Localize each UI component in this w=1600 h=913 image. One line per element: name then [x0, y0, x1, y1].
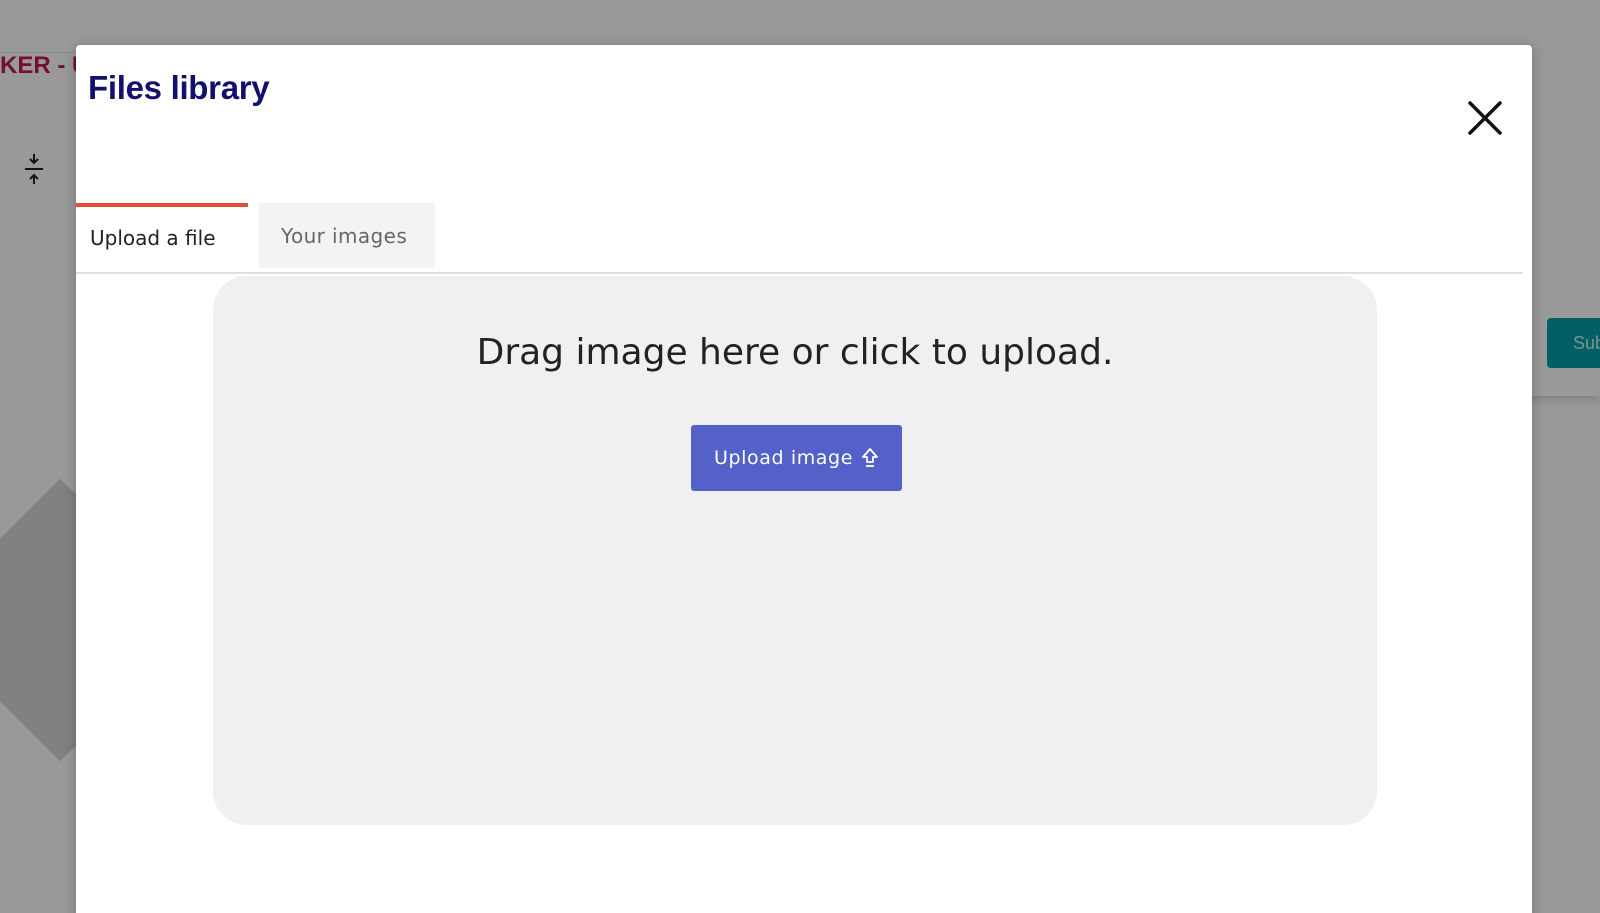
upload-button-label: Upload image	[714, 447, 853, 469]
files-library-modal: Files library Upload a file Your images …	[76, 45, 1532, 913]
upload-arrow-icon	[861, 448, 879, 468]
tab-upload-a-file[interactable]: Upload a file	[76, 203, 248, 268]
modal-title: Files library	[88, 69, 270, 106]
page: KER - U Sub Files library Upload a file …	[0, 0, 1600, 913]
tab-bar: Upload a file Your images	[76, 157, 1523, 274]
tab-your-images[interactable]: Your images	[259, 203, 435, 268]
upload-dropzone[interactable]: Drag image here or click to upload. Uplo…	[213, 276, 1377, 825]
close-icon	[1468, 101, 1502, 135]
upload-image-button[interactable]: Upload image	[691, 425, 902, 491]
dropzone-prompt: Drag image here or click to upload.	[476, 332, 1114, 373]
close-button[interactable]	[1462, 95, 1508, 141]
